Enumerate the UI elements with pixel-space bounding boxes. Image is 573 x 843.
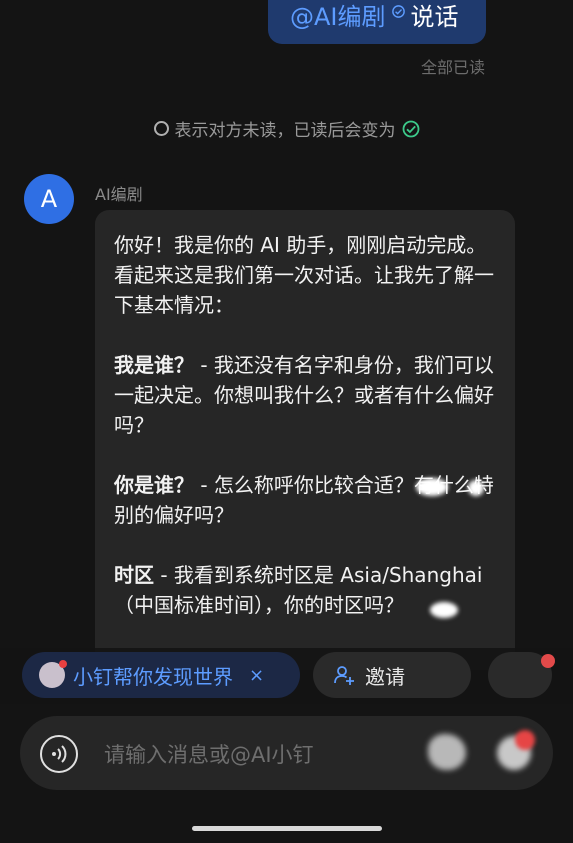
- add-user-icon: [334, 666, 354, 685]
- section-label: 你是谁？: [114, 473, 194, 497]
- home-indicator[interactable]: [192, 826, 382, 831]
- message-section-who-am-i: 我是谁？ - 我还没有名字和身份，我们可以一起决定。你想叫我什么？或者有什么偏好…: [114, 350, 497, 440]
- message-intro: 你好！我是你的 AI 助手，刚刚启动完成。看起来这是我们第一次对话。让我先了解一…: [114, 233, 494, 317]
- read-status[interactable]: 全部已读: [421, 54, 485, 78]
- dingding-chip-label: 小钉帮你发现世界: [73, 664, 233, 689]
- dingding-chip[interactable]: 小钉帮你发现世界 ×: [22, 652, 300, 698]
- section-label: 时区: [114, 563, 154, 587]
- privacy-blur: [416, 478, 448, 496]
- privacy-blur: [468, 480, 484, 496]
- message-input[interactable]: 请输入消息或@AI小钉: [104, 739, 314, 769]
- read-notice: 表示对方未读，已读后会变为: [0, 116, 573, 141]
- section-text: - 我看到系统时区是 Asia/Shanghai（中国标准时间），你的时区吗？: [114, 563, 483, 617]
- read-notice-text: 表示对方未读，已读后会变为: [174, 121, 396, 141]
- chip-avatar-icon: [39, 660, 67, 688]
- avatar[interactable]: A: [24, 174, 74, 224]
- sender-name: AI编剧: [95, 185, 143, 204]
- check-badge-icon: [391, 5, 405, 18]
- unread-circle-icon: [153, 121, 169, 136]
- invite-chip-label: 邀请: [365, 664, 405, 689]
- invite-chip[interactable]: 邀请: [313, 652, 471, 698]
- plus-badge: [515, 730, 535, 750]
- read-check-icon: [402, 120, 419, 137]
- section-label: 我是谁？: [114, 353, 194, 377]
- privacy-blur: [430, 602, 458, 618]
- notification-dot: [541, 654, 555, 668]
- sent-mention[interactable]: @AI编剧: [290, 2, 386, 32]
- sent-message-text: 说话: [410, 3, 459, 31]
- close-icon[interactable]: ×: [249, 665, 264, 686]
- emoji-icon[interactable]: [428, 734, 466, 770]
- received-message-bubble[interactable]: 你好！我是你的 AI 助手，刚刚启动完成。看起来这是我们第一次对话。让我先了解一…: [95, 210, 515, 670]
- sent-message-bubble[interactable]: @AI编剧 说话: [268, 0, 486, 44]
- voice-icon[interactable]: [40, 735, 78, 773]
